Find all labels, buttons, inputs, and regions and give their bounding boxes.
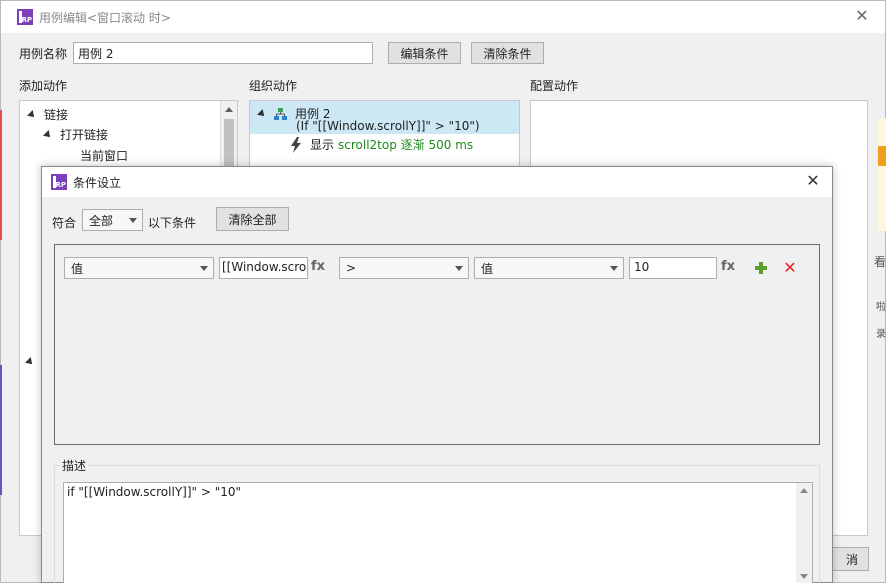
case-condition-text: (If "[[Window.scrollY]]" > "10") xyxy=(296,119,480,133)
rp-logo-icon: RP xyxy=(51,174,67,190)
close-icon[interactable]: ✕ xyxy=(853,7,871,25)
tree-item-label: 链接 xyxy=(44,108,69,122)
left-fx-icon[interactable]: fx xyxy=(311,259,325,274)
case-tree-icon xyxy=(274,107,287,120)
scroll-up-icon[interactable] xyxy=(800,488,808,493)
left-type-select[interactable]: 值 xyxy=(64,257,214,279)
expand-icon[interactable] xyxy=(43,129,53,140)
left-value-input[interactable]: [[Window.scrollY xyxy=(219,257,308,279)
right-type-select[interactable]: 值 xyxy=(474,257,624,279)
condition-dialog: RP 条件设立 ✕ 符合 全部 以下条件 清除全部 值 [[Window.scr… xyxy=(41,166,833,583)
organize-action-label: 组织动作 xyxy=(249,79,298,93)
tree-item-label: 打开链接 xyxy=(60,128,109,142)
edge-fragment-1: 看 xyxy=(873,255,886,269)
match-label: 符合 xyxy=(52,216,77,230)
scroll-up-icon[interactable] xyxy=(225,107,233,112)
add-action-label: 添加动作 xyxy=(19,79,68,93)
following-conditions-label: 以下条件 xyxy=(148,216,197,230)
edge-fragment-2: 啦 xyxy=(876,302,886,313)
case-name-label: 用例名称 xyxy=(19,46,68,61)
right-value-input[interactable]: 10 xyxy=(629,257,717,279)
description-group: 描述 if "[[Window.scrollY]]" > "10" xyxy=(54,457,820,583)
description-textarea[interactable]: if "[[Window.scrollY]]" > "10" xyxy=(63,482,813,583)
action-tree-item[interactable]: 显示 scroll2top 逐渐 500 ms xyxy=(290,136,473,153)
tree-item-current-window[interactable]: 当前窗口 xyxy=(80,147,128,164)
condition-dialog-title: 条件设立 xyxy=(73,175,122,190)
condition-dialog-titlebar: RP 条件设立 ✕ xyxy=(42,167,832,197)
case-name-input[interactable]: 用例 2 xyxy=(73,42,374,64)
lightning-icon xyxy=(291,136,301,153)
delete-condition-icon[interactable]: ✕ xyxy=(783,260,797,276)
close-icon[interactable]: ✕ xyxy=(804,172,822,190)
add-condition-icon[interactable] xyxy=(754,261,768,275)
dropdown-arrow-icon xyxy=(129,218,137,223)
tree-item-label: 当前窗口 xyxy=(80,149,129,163)
dropdown-arrow-icon xyxy=(455,266,463,271)
description-label: 描述 xyxy=(60,457,89,474)
right-fx-icon[interactable]: fx xyxy=(721,259,735,274)
match-select-value: 全部 xyxy=(89,213,114,228)
configure-action-label: 配置动作 xyxy=(530,79,579,93)
window-title: 用例编辑<窗口滚动 时> xyxy=(39,10,171,25)
background-edge-badge xyxy=(878,146,886,166)
match-select[interactable]: 全部 xyxy=(82,209,143,231)
description-scrollbar[interactable] xyxy=(796,483,812,583)
scroll-down-icon[interactable] xyxy=(800,574,808,579)
expand-icon[interactable] xyxy=(257,108,267,119)
rp-logo-icon: RP xyxy=(17,9,33,25)
dropdown-arrow-icon xyxy=(610,266,618,271)
operator-select[interactable]: > xyxy=(339,257,469,279)
background-edge-panel xyxy=(878,118,886,231)
case-name-row: 用例名称 用例 2 编辑条件 清除条件 xyxy=(19,42,545,64)
clear-condition-button[interactable]: 清除条件 xyxy=(471,42,545,64)
tree-item-open-link[interactable]: 打开链接 xyxy=(43,126,109,143)
clear-all-button[interactable]: 清除全部 xyxy=(216,207,289,231)
action-prefix: 显示 xyxy=(310,138,335,152)
tree-item-collapsed[interactable] xyxy=(25,357,42,367)
left-type-value: 值 xyxy=(71,261,84,276)
dropdown-arrow-icon xyxy=(200,266,208,271)
right-type-value: 值 xyxy=(481,261,494,276)
expand-icon[interactable] xyxy=(27,109,37,120)
case-editor-titlebar: RP 用例编辑<窗口滚动 时> ✕ xyxy=(1,1,885,33)
action-detail: scroll2top 逐渐 500 ms xyxy=(338,138,474,152)
edge-fragment-3: 录 xyxy=(876,329,886,340)
background-accent-red xyxy=(0,110,2,240)
expand-icon[interactable] xyxy=(25,357,35,367)
description-text: if "[[Window.scrollY]]" > "10" xyxy=(67,485,242,499)
scroll-thumb[interactable] xyxy=(224,119,234,169)
background-accent-purple xyxy=(0,365,2,495)
condition-list-panel: 值 [[Window.scrollY fx > 值 10 fx ✕ xyxy=(54,244,820,445)
tree-item-link[interactable]: 链接 xyxy=(27,106,69,123)
operator-value: > xyxy=(346,261,357,275)
edit-condition-button[interactable]: 编辑条件 xyxy=(388,42,462,64)
